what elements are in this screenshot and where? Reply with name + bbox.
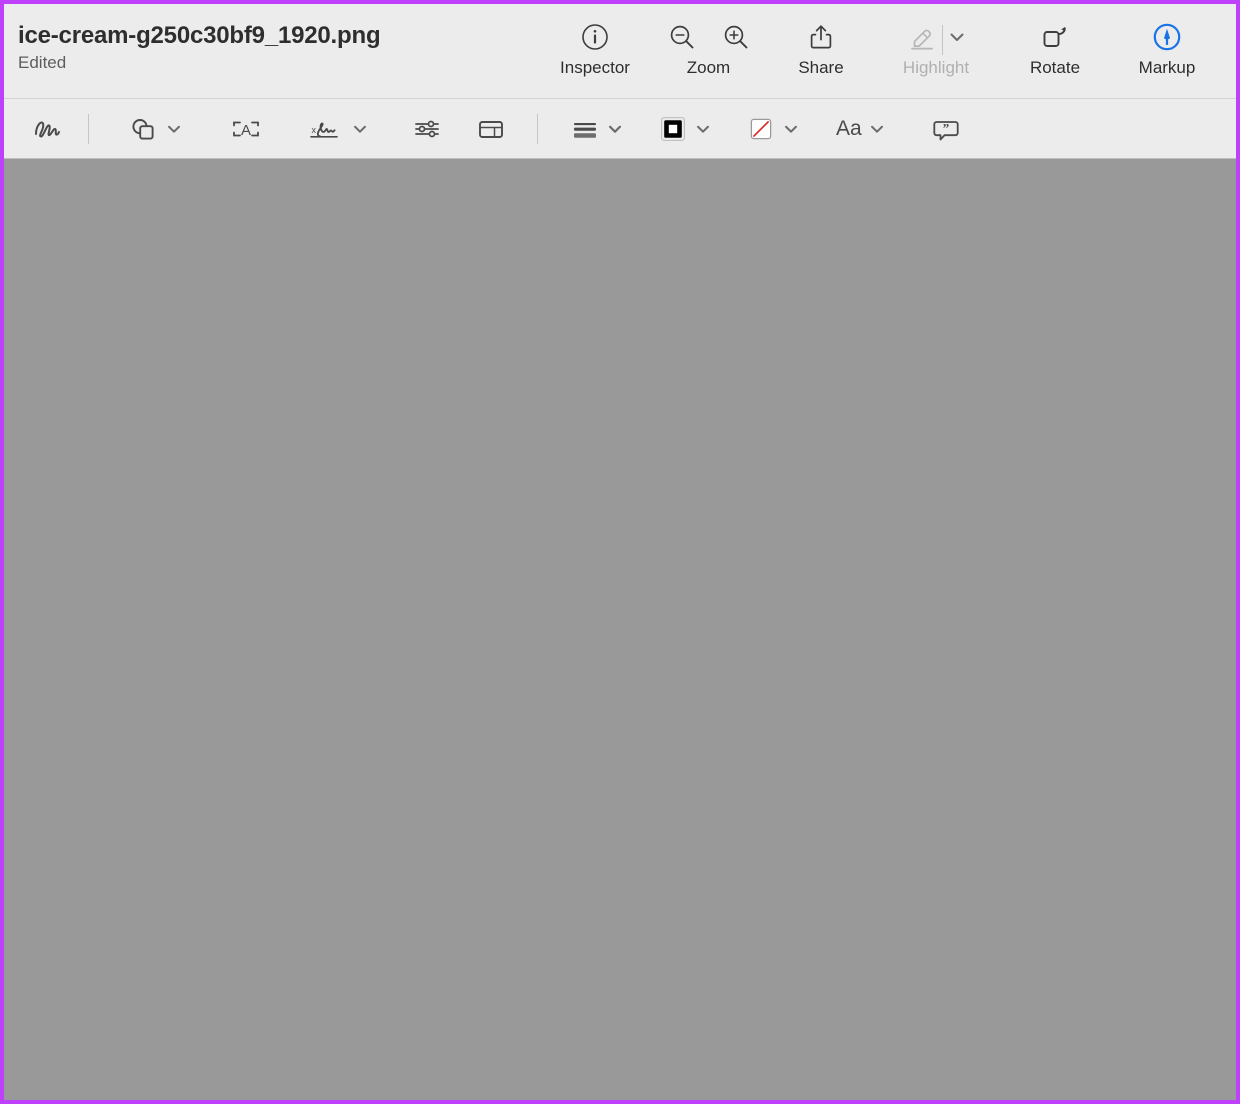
text-style-label: Aa [836, 116, 862, 140]
markup-toolbar: A x Aa ” [4, 99, 1236, 159]
signature-icon: x [307, 114, 345, 144]
text-tool-button[interactable]: A [229, 109, 263, 149]
chevron-down-icon[interactable] [606, 120, 624, 138]
markup-button[interactable]: Markup [1109, 16, 1225, 78]
zoom-label: Zoom [686, 58, 731, 77]
rotate-label: Rotate [1029, 58, 1081, 77]
fill-color-none-swatch-icon [746, 114, 776, 144]
zoom-button[interactable]: Zoom [646, 16, 771, 78]
text-style-tool-button[interactable]: Aa [836, 117, 886, 141]
crop-frame-icon [475, 114, 507, 144]
shapes-tool-button[interactable] [127, 114, 183, 144]
highlight-label: Highlight [902, 58, 970, 77]
chevron-down-icon[interactable] [947, 27, 967, 47]
markup-label: Markup [1138, 58, 1196, 77]
info-circle-icon [580, 22, 610, 52]
fill-color-tool-button[interactable] [746, 114, 800, 144]
line-weights-icon [570, 114, 600, 144]
chevron-down-icon[interactable] [351, 120, 369, 138]
share-upload-icon [806, 22, 836, 52]
sketch-tool-button[interactable] [30, 109, 64, 149]
svg-text:A: A [241, 122, 251, 139]
main-toolbar: ice-cream-g250c30bf9_1920.png Edited Ins… [4, 4, 1236, 99]
text-box-a-icon: A [229, 114, 263, 144]
adjust-color-tool-button[interactable] [411, 109, 443, 149]
border-color-tool-button[interactable] [658, 114, 712, 144]
chevron-down-icon[interactable] [782, 120, 800, 138]
image-canvas[interactable] [4, 159, 1236, 1100]
chevron-down-icon[interactable] [868, 120, 886, 138]
rotate-left-icon [1039, 22, 1071, 52]
annotate-tool-button[interactable]: ” [930, 109, 962, 149]
rotate-button[interactable]: Rotate [1001, 16, 1109, 78]
shapes-icon [127, 114, 159, 144]
magnifier-plus-icon[interactable] [721, 22, 751, 52]
svg-text:”: ” [942, 120, 949, 135]
toolbar-actions: Inspector Zoom Share Highlight Rotate Ma… [544, 16, 1225, 96]
highlight-divider [941, 25, 943, 55]
scribble-icon [30, 114, 64, 144]
chevron-down-icon[interactable] [165, 120, 183, 138]
speech-bubble-quote-icon: ” [930, 114, 962, 144]
highlight-button[interactable]: Highlight [871, 16, 1001, 78]
share-label: Share [798, 58, 844, 77]
inspector-label: Inspector [560, 58, 630, 77]
highlighter-pen-icon [906, 22, 938, 52]
shape-style-tool-button[interactable] [570, 114, 624, 144]
edited-status-label: Edited [18, 53, 67, 72]
signature-tool-button[interactable]: x [307, 114, 369, 144]
border-color-swatch-icon [658, 114, 688, 144]
svg-text:x: x [312, 125, 317, 135]
inspector-button[interactable]: Inspector [544, 16, 646, 78]
markup-pen-circle-icon [1151, 21, 1183, 53]
page-title: ice-cream-g250c30bf9_1920.png [18, 22, 381, 49]
markup-divider-1 [88, 113, 89, 144]
preview-window: ice-cream-g250c30bf9_1920.png Edited Ins… [0, 0, 1240, 1104]
adjust-size-tool-button[interactable] [475, 109, 507, 149]
chevron-down-icon[interactable] [694, 120, 712, 138]
sliders-icon [411, 114, 443, 144]
document-title-block: ice-cream-g250c30bf9_1920.png Edited [18, 22, 381, 74]
magnifier-minus-icon[interactable] [667, 22, 697, 52]
share-button[interactable]: Share [771, 16, 871, 78]
markup-divider-2 [537, 113, 538, 144]
